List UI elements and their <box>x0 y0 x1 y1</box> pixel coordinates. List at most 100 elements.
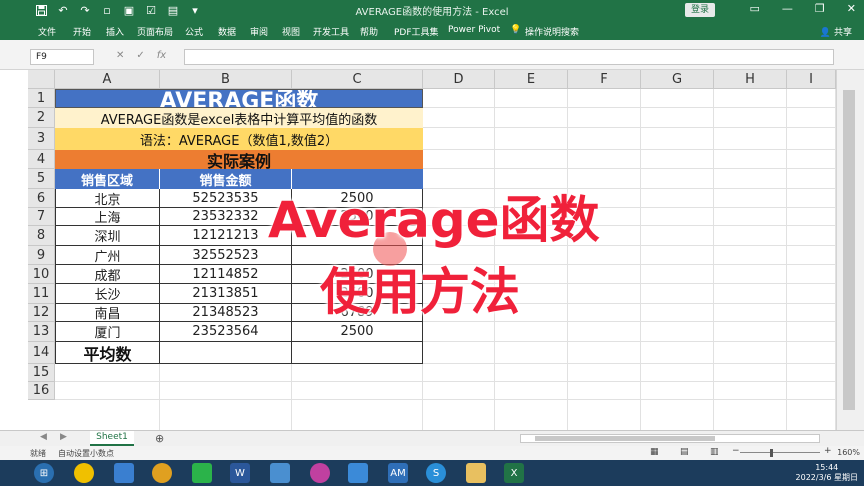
tab-insert[interactable]: 插入 <box>106 25 124 38</box>
row-header-4[interactable]: 4 <box>28 150 55 169</box>
undo-icon[interactable]: ↶ <box>56 2 70 18</box>
cell-region[interactable]: 北京 <box>55 189 160 208</box>
horizontal-scrollbar[interactable] <box>520 434 820 443</box>
tab-power-pivot[interactable]: Power Pivot <box>448 25 500 35</box>
row-header-8[interactable]: 8 <box>28 226 55 246</box>
row-header-6[interactable]: 6 <box>28 189 55 208</box>
tab-formulas[interactable]: 公式 <box>185 25 203 38</box>
cell-region[interactable]: 广州 <box>55 246 160 265</box>
weather-icon[interactable] <box>270 463 290 483</box>
tell-me-search[interactable]: 操作说明搜索 <box>525 25 579 38</box>
word-icon[interactable]: W <box>230 463 250 483</box>
tab-view[interactable]: 视图 <box>282 25 300 38</box>
average-amount[interactable] <box>160 342 292 364</box>
column-header-g[interactable]: G <box>641 70 714 89</box>
media-player-icon[interactable] <box>152 463 172 483</box>
name-box[interactable]: F9 <box>30 49 94 65</box>
folder-icon[interactable] <box>466 463 486 483</box>
row-header-12[interactable]: 12 <box>28 304 55 322</box>
ribbon-display-icon[interactable]: ▭ <box>750 2 760 15</box>
zoom-level[interactable]: 160% <box>837 448 860 457</box>
row-header-2[interactable]: 2 <box>28 108 55 128</box>
vertical-scrollbar[interactable] <box>836 70 864 430</box>
bird-app-icon[interactable] <box>348 463 368 483</box>
cell-amount[interactable]: 23523564 <box>160 322 292 342</box>
browser-icon[interactable] <box>310 463 330 483</box>
tab-help[interactable]: 帮助 <box>360 25 378 38</box>
column-header-e[interactable]: E <box>495 70 568 89</box>
page-break-view-icon[interactable]: ▥ <box>710 447 719 457</box>
cell-region[interactable]: 长沙 <box>55 284 160 304</box>
restore-icon[interactable]: ❐ <box>815 2 825 15</box>
row-header-11[interactable]: 11 <box>28 284 55 304</box>
formula-input[interactable] <box>184 49 834 65</box>
column-header-a[interactable]: A <box>55 70 160 89</box>
row-header-5[interactable]: 5 <box>28 169 55 189</box>
new-file-icon[interactable]: ▫ <box>100 2 114 18</box>
wechat-icon[interactable] <box>192 463 212 483</box>
column-header-f[interactable]: F <box>568 70 641 89</box>
cancel-icon[interactable]: ✕ <box>116 50 124 61</box>
select-all-corner[interactable] <box>28 70 55 89</box>
vertical-scroll-thumb[interactable] <box>843 90 855 410</box>
cell-region[interactable]: 深圳 <box>55 226 160 246</box>
start-icon[interactable]: ⊞ <box>34 463 54 483</box>
excel-icon[interactable]: X <box>504 463 524 483</box>
check-icon[interactable]: ☑ <box>144 2 158 18</box>
zoom-in-icon[interactable]: + <box>824 446 832 456</box>
row-header-13[interactable]: 13 <box>28 322 55 342</box>
cell-amount[interactable]: 12114852 <box>160 265 292 284</box>
average-value[interactable] <box>292 342 423 364</box>
cell-region[interactable]: 南昌 <box>55 304 160 322</box>
horizontal-scroll-thumb[interactable] <box>535 436 715 441</box>
cell-region[interactable]: 上海 <box>55 208 160 226</box>
page-layout-view-icon[interactable]: ▤ <box>680 447 689 457</box>
tab-data[interactable]: 数据 <box>218 25 236 38</box>
zoom-slider-knob[interactable] <box>770 449 773 457</box>
zoom-out-icon[interactable]: − <box>732 446 740 456</box>
qat-more-icon[interactable]: ▾ <box>188 2 202 18</box>
column-header-d[interactable]: D <box>423 70 495 89</box>
next-sheet-icon[interactable]: ▶ <box>60 432 67 442</box>
minimize-icon[interactable]: — <box>782 2 793 15</box>
s-app-icon[interactable]: S <box>426 463 446 483</box>
column-header-h[interactable]: H <box>714 70 787 89</box>
column-header-c[interactable]: C <box>292 70 423 89</box>
insert-function-icon[interactable]: fx <box>157 50 166 61</box>
doc-icon[interactable]: ▤ <box>166 2 180 18</box>
am-icon[interactable]: AM <box>388 463 408 483</box>
normal-view-icon[interactable]: ▦ <box>650 447 659 457</box>
tab-developer[interactable]: 开发工具 <box>313 25 349 38</box>
row-header-3[interactable]: 3 <box>28 128 55 150</box>
row-header-16[interactable]: 16 <box>28 382 55 400</box>
zoom-slider[interactable] <box>740 452 820 453</box>
redo-icon[interactable]: ↷ <box>78 2 92 18</box>
app-icon[interactable] <box>114 463 134 483</box>
add-sheet-icon[interactable]: ⊕ <box>155 432 164 445</box>
screenshot-icon[interactable]: ▣ <box>122 2 136 18</box>
cell-region[interactable]: 成都 <box>55 265 160 284</box>
column-header-b[interactable]: B <box>160 70 292 89</box>
tab-home[interactable]: 开始 <box>73 25 91 38</box>
close-icon[interactable]: ✕ <box>847 2 856 15</box>
tab-file[interactable]: 文件 <box>38 25 56 38</box>
tab-page-layout[interactable]: 页面布局 <box>137 25 173 38</box>
row-header-1[interactable]: 1 <box>28 89 55 108</box>
tab-pdf-tools[interactable]: PDF工具集 <box>394 25 439 38</box>
share-button[interactable]: 👤 共享 <box>820 25 852 38</box>
qq-icon[interactable] <box>74 463 94 483</box>
row-header-9[interactable]: 9 <box>28 246 55 265</box>
sheet-tab-sheet1[interactable]: Sheet1 <box>90 431 134 446</box>
prev-sheet-icon[interactable]: ◀ <box>40 432 47 442</box>
tab-review[interactable]: 审阅 <box>250 25 268 38</box>
save-icon[interactable] <box>34 2 48 18</box>
row-header-10[interactable]: 10 <box>28 265 55 284</box>
column-header-i[interactable]: I <box>787 70 836 89</box>
cell-amount[interactable]: 21348523 <box>160 304 292 322</box>
row-header-14[interactable]: 14 <box>28 342 55 364</box>
row-header-15[interactable]: 15 <box>28 364 55 382</box>
enter-icon[interactable]: ✓ <box>136 50 144 61</box>
cell-value[interactable]: 2500 <box>292 322 423 342</box>
cell-amount[interactable]: 21313851 <box>160 284 292 304</box>
login-button[interactable]: 登录 <box>685 3 715 17</box>
